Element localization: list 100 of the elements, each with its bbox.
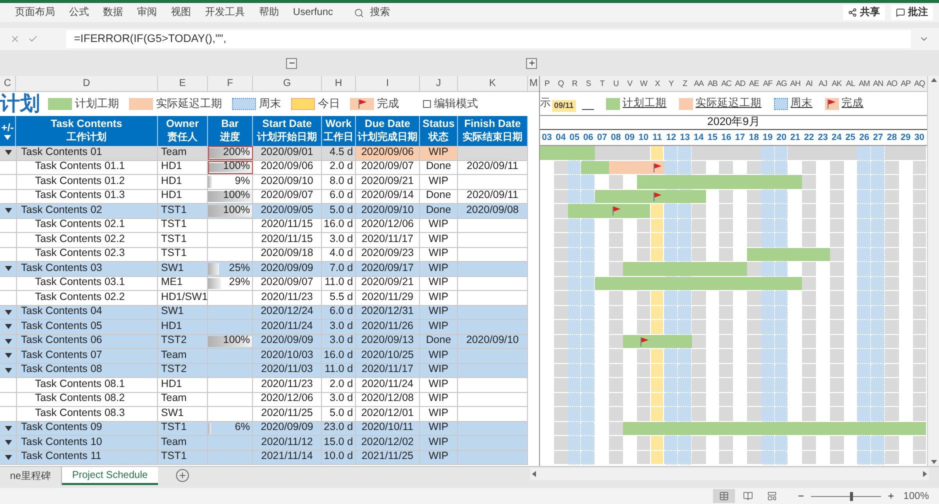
table-row[interactable]: Task Contents 01.1 HD1 100% 2020/09/06 2.0 d 2020/09/07 Done 2020/09/11 [0, 160, 528, 175]
column-header[interactable]: AQ [912, 76, 926, 91]
column-header[interactable]: AD [733, 76, 747, 91]
column-header[interactable]: J [420, 76, 458, 91]
collapse-button[interactable] [286, 58, 297, 68]
caret-icon[interactable] [4, 454, 12, 460]
column-header[interactable]: V [622, 76, 637, 91]
table-row[interactable]: Task Contents 02.2 HD1/SW1 2020/11/23 5.5 d 2020/11/29 WIP [0, 291, 528, 306]
column-header[interactable]: E [158, 76, 208, 91]
column-header[interactable]: AL [844, 76, 858, 91]
table-row[interactable]: Task Contents 03.1 ME1 29% 2020/09/07 11.0 d 2020/09/21 WIP [0, 276, 528, 291]
table-row[interactable]: Task Contents 02.3 TST1 2020/09/18 4.0 d 2020/09/23 WIP [0, 248, 528, 262]
cancel-icon[interactable] [10, 34, 20, 44]
caret-icon[interactable] [4, 440, 12, 446]
caret-icon[interactable] [4, 324, 12, 330]
column-header[interactable]: AA [692, 76, 706, 91]
search-button[interactable]: 搜索 [350, 3, 394, 22]
zoom-thumb[interactable] [850, 492, 853, 500]
table-row[interactable]: Task Contents 09 TST1 6% 2020/09/09 23.0 d 2020/10/11 WIP [0, 422, 528, 436]
table-row[interactable]: Task Contents 08.1 HD1 2020/11/23 2.0 d 2020/11/24 WIP [0, 378, 528, 392]
column-header[interactable]: Z [678, 76, 692, 91]
ribbon-tab[interactable]: 视图 [164, 3, 198, 22]
column-header[interactable]: C [0, 76, 16, 91]
table-row[interactable]: Task Contents 01.3 HD1 100% 2020/09/07 6.0 d 2020/09/14 Done 2020/09/11 [0, 190, 528, 204]
column-header[interactable]: I [356, 76, 420, 91]
table-row[interactable]: Task Contents 08.3 SW1 2020/11/25 5.0 d 2020/12/01 WIP [0, 407, 528, 422]
column-header[interactable]: AJ [816, 76, 830, 91]
check-icon[interactable] [28, 34, 38, 44]
column-header[interactable]: AB [706, 76, 720, 91]
column-header[interactable]: AI [802, 76, 816, 91]
column-header[interactable]: W [636, 76, 650, 91]
ribbon-tab[interactable]: 开发工具 [198, 3, 252, 22]
caret-icon[interactable] [4, 353, 12, 358]
ribbon-tab[interactable]: Userfunc [286, 3, 340, 22]
column-header[interactable]: Q [554, 76, 568, 91]
normal-view-button[interactable] [713, 489, 736, 503]
start-date-cell: 2020/09/09 [253, 262, 322, 276]
horizontal-scrollbar[interactable] [530, 468, 929, 480]
column-header[interactable]: AO [884, 76, 899, 91]
column-header[interactable]: AM [857, 76, 872, 91]
column-header[interactable]: M [528, 76, 539, 92]
column-header[interactable]: T [595, 76, 609, 91]
table-row[interactable]: Task Contents 03 SW1 25% 2020/09/09 7.0 d 2020/09/17 WIP [0, 262, 528, 276]
table-row[interactable]: Task Contents 02.2 TST1 2020/11/15 3.0 d 2020/11/17 WIP [0, 233, 528, 248]
table-row[interactable]: Task Contents 04 SW1 2020/12/24 6.0 d 2020/12/31 WIP [0, 306, 528, 320]
table-row[interactable]: Task Contents 05 HD1 2020/11/24 3.0 d 2020/11/26 WIP [0, 320, 528, 334]
column-header[interactable]: U [608, 76, 623, 91]
table-row[interactable]: Task Contents 06 TST2 100% 2020/09/09 3.0 d 2020/09/13 Done 2020/09/10 [0, 334, 528, 349]
table-row[interactable]: Task Contents 01 Team 200% 2020/09/01 4.5 d 2020/09/06 WIP [0, 146, 528, 160]
comment-button[interactable]: 批注 [891, 5, 933, 20]
vertical-scrollbar[interactable] [927, 76, 939, 466]
sheet-tab[interactable]: Project Schedule [62, 467, 158, 485]
column-header[interactable]: Y [664, 76, 678, 91]
ribbon-tab[interactable]: 公式 [62, 3, 96, 22]
column-header[interactable]: AH [788, 76, 802, 91]
table-row[interactable]: Task Contents 02 TST1 100% 2020/09/05 5.0 d 2020/09/10 Done 2020/09/08 [0, 204, 528, 218]
expand-button[interactable] [526, 58, 537, 68]
column-header[interactable]: F [208, 76, 253, 91]
column-header[interactable]: AF [760, 76, 775, 91]
caret-icon[interactable] [4, 310, 12, 315]
table-row[interactable]: Task Contents 10 Team 2020/11/12 15.0 d 2020/12/02 WIP [0, 436, 528, 450]
caret-icon[interactable] [4, 368, 12, 373]
column-header[interactable]: X [650, 76, 664, 91]
zoom-in-icon[interactable] [887, 492, 896, 500]
table-row[interactable]: Task Contents 11 TST1 2021/11/14 10.0 d 2021/11/25 WIP [0, 450, 528, 465]
scroll-up-icon[interactable] [930, 78, 936, 82]
column-header[interactable]: P [540, 76, 554, 91]
column-header[interactable]: D [16, 76, 158, 91]
column-header[interactable]: AP [898, 76, 913, 91]
column-header[interactable]: S [581, 76, 596, 91]
checkbox[interactable] [423, 100, 431, 108]
column-header[interactable]: AC [719, 76, 734, 91]
table-row[interactable]: Task Contents 01.2 HD1 9% 2020/09/10 8.0 d 2020/09/21 WIP [0, 175, 528, 190]
column-header[interactable]: R [568, 76, 582, 91]
table-row[interactable]: Task Contents 08 TST2 2020/11/03 11.0 d 2020/11/17 WIP [0, 364, 528, 378]
caret-icon[interactable] [4, 135, 11, 140]
table-row[interactable]: Task Contents 07 Team 2020/10/03 16.0 d 2020/10/25 WIP [0, 349, 528, 364]
ribbon-tab[interactable]: 数据 [96, 3, 130, 22]
column-header[interactable]: AE [746, 76, 761, 91]
column-header[interactable]: AK [830, 76, 844, 91]
formula-field[interactable]: =IFERROR(IF(G5>TODAY(),"", [66, 30, 911, 48]
ribbon-tab[interactable]: 帮助 [252, 3, 286, 22]
caret-icon[interactable] [4, 338, 12, 344]
ribbon-tab[interactable]: 页面布局 [8, 3, 62, 22]
caret-icon[interactable] [4, 426, 12, 431]
caret-icon[interactable] [4, 208, 12, 214]
table-row[interactable]: Task Contents 02.1 TST1 2020/11/15 16.0 d 2020/12/06 WIP [0, 218, 528, 233]
share-button[interactable]: 共享 [843, 5, 885, 20]
scroll-down-icon[interactable] [930, 460, 936, 464]
ribbon-tab[interactable]: 审阅 [130, 3, 164, 22]
table-row[interactable]: Task Contents 08.2 Team 2020/12/06 3.0 d 2020/12/08 WIP [0, 392, 528, 407]
column-header[interactable]: AN [871, 76, 885, 91]
scroll-left-icon[interactable] [532, 471, 536, 477]
column-header[interactable]: AG [774, 76, 788, 91]
column-header[interactable]: G [253, 76, 322, 91]
caret-icon[interactable] [4, 150, 12, 156]
add-sheet-button[interactable] [176, 469, 189, 482]
scroll-right-icon[interactable] [923, 471, 927, 477]
caret-icon[interactable] [4, 266, 12, 272]
column-header[interactable]: H [322, 76, 356, 91]
